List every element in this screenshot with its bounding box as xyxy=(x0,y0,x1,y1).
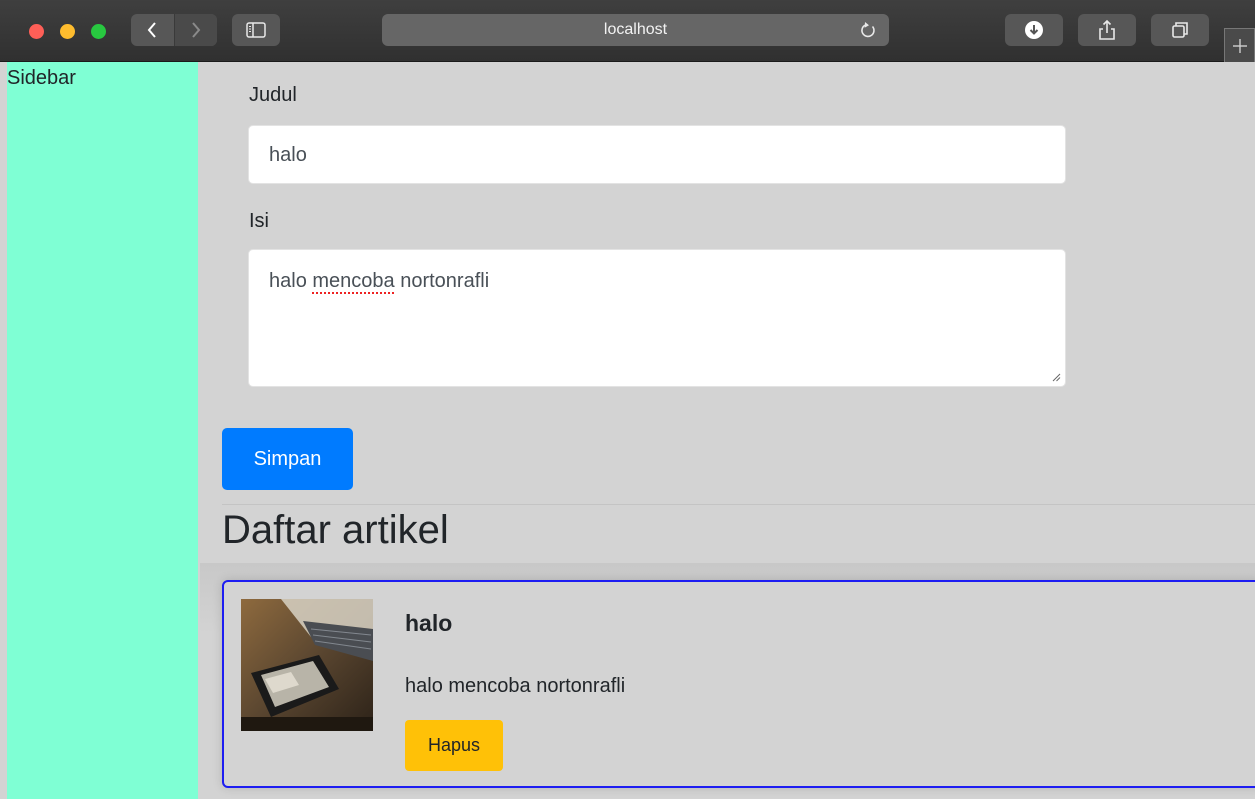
save-button[interactable]: Simpan xyxy=(222,428,353,490)
download-icon xyxy=(1025,21,1043,39)
forward-button[interactable] xyxy=(173,14,217,46)
navigation-buttons xyxy=(131,14,217,46)
plus-icon xyxy=(1232,38,1247,53)
reload-icon xyxy=(861,22,875,38)
address-bar[interactable]: localhost xyxy=(382,14,889,46)
share-button[interactable] xyxy=(1078,14,1136,46)
downloads-button[interactable] xyxy=(1005,14,1063,46)
misspelled-word: mencoba xyxy=(312,270,395,292)
minimize-window-button[interactable] xyxy=(60,24,75,39)
new-tab-button[interactable] xyxy=(1224,28,1255,62)
chevron-right-icon xyxy=(191,22,201,38)
title-label: Judul xyxy=(249,84,297,106)
content-label: Isi xyxy=(249,210,269,232)
tabs-overview-button[interactable] xyxy=(1151,14,1209,46)
divider xyxy=(222,504,1255,505)
resize-grip-icon[interactable] xyxy=(1051,372,1061,382)
tabs-overview-icon xyxy=(1172,22,1188,38)
article-thumbnail xyxy=(241,599,373,731)
address-text: localhost xyxy=(603,21,668,38)
content-textarea-value: halo mencoba nortonrafli xyxy=(269,270,489,293)
sidebar-toggle-button[interactable] xyxy=(232,14,280,46)
reload-button[interactable] xyxy=(859,20,877,45)
close-window-button[interactable] xyxy=(29,24,44,39)
title-input-value: halo xyxy=(269,144,307,166)
content-text-part: nortonrafli xyxy=(394,270,490,292)
delete-button[interactable]: Hapus xyxy=(405,720,503,771)
sidebar-icon xyxy=(246,22,266,38)
back-button[interactable] xyxy=(131,14,174,46)
sidebar-title: Sidebar xyxy=(7,67,76,89)
share-icon xyxy=(1099,19,1115,40)
article-body: halo mencoba nortonrafli xyxy=(405,675,626,697)
chevron-left-icon xyxy=(147,22,157,38)
article-card: halo halo mencoba nortonrafli Hapus xyxy=(222,580,1255,788)
content-textarea[interactable]: halo mencoba nortonrafli xyxy=(248,249,1066,387)
article-list-heading: Daftar artikel xyxy=(222,508,449,552)
browser-toolbar: localhost xyxy=(0,0,1255,62)
article-title: halo xyxy=(405,610,453,636)
zoom-window-button[interactable] xyxy=(91,24,106,39)
sidebar: Sidebar xyxy=(7,62,198,799)
title-input[interactable]: halo xyxy=(248,125,1066,184)
content-text-part: halo xyxy=(269,270,313,292)
